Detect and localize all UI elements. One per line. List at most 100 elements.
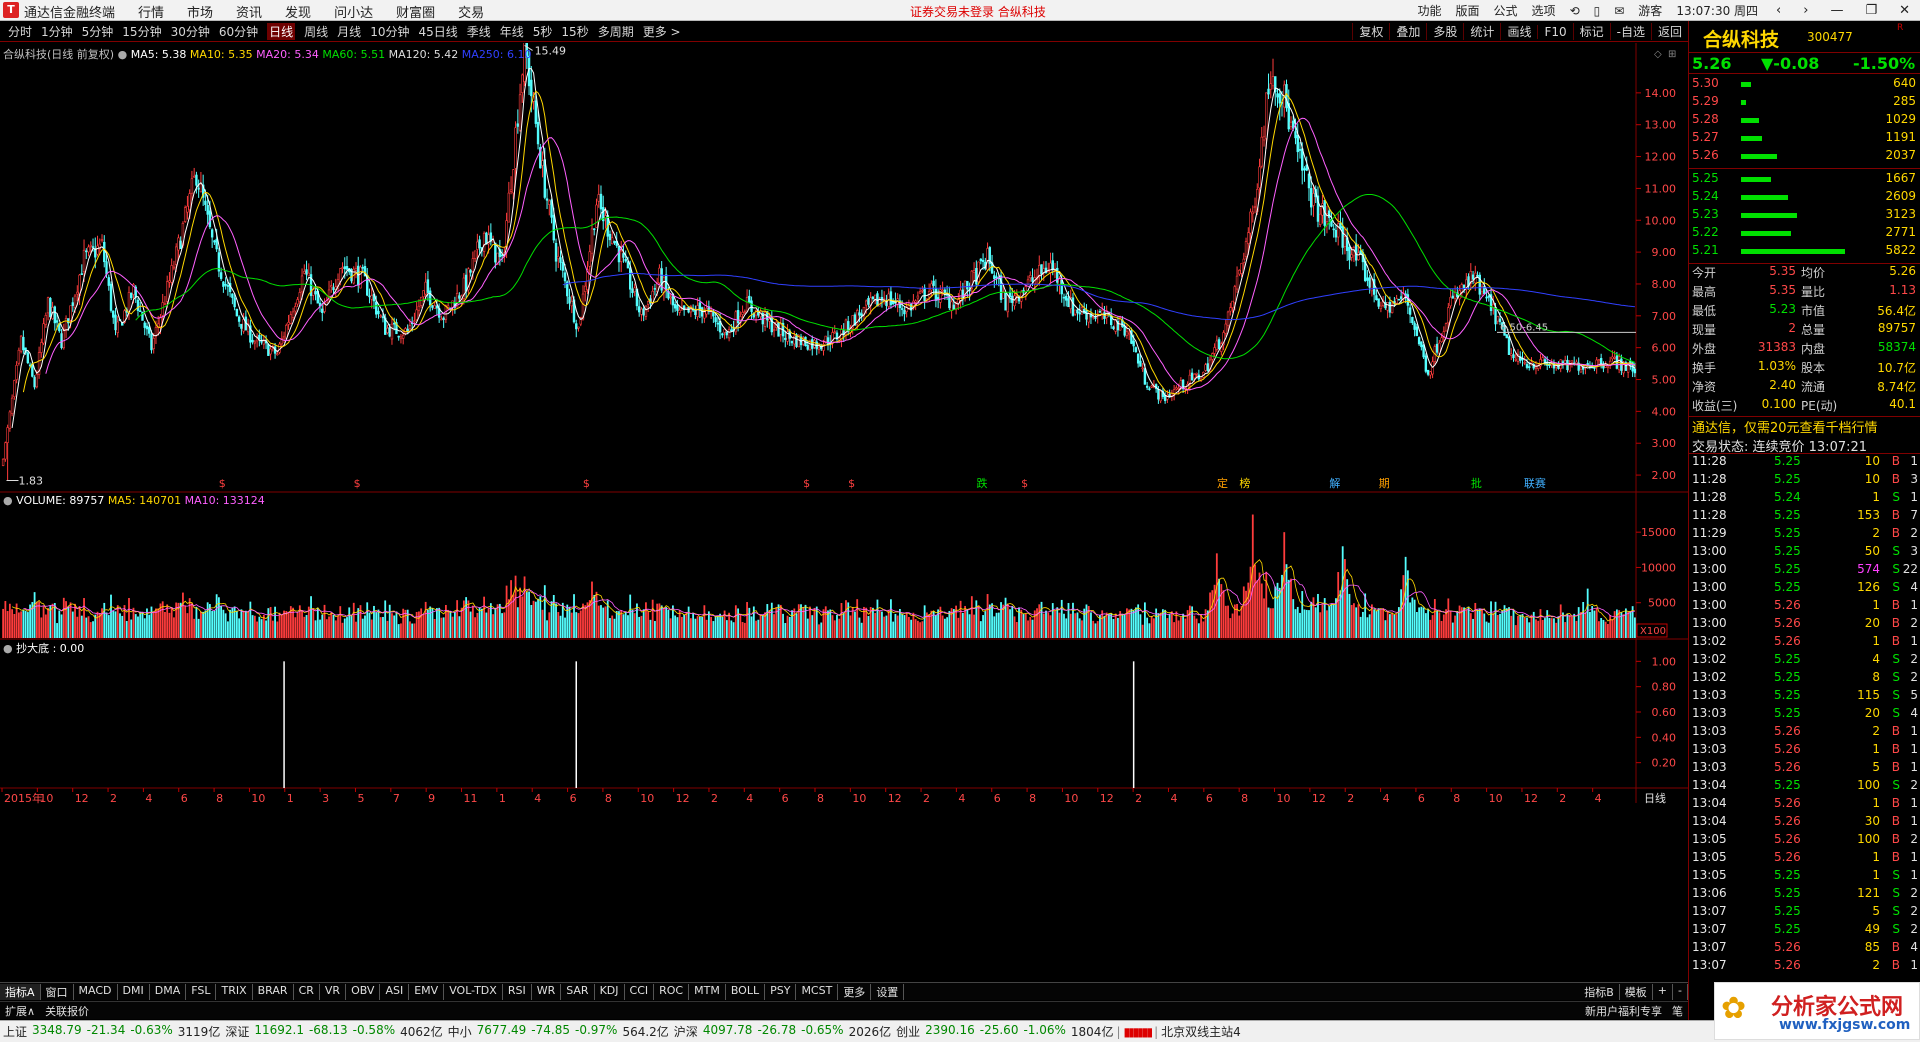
refresh-icon[interactable]: ⟲	[1570, 4, 1580, 18]
indicator-tab[interactable]: KDJ	[595, 983, 625, 1000]
index-name[interactable]: 上证	[3, 1023, 27, 1040]
related-quotes[interactable]: 关联报价	[40, 1003, 94, 1019]
menu-trade[interactable]: 交易	[458, 2, 484, 21]
indicator-tab[interactable]: EMV	[409, 983, 445, 1000]
indicator-tab[interactable]: DMA	[150, 983, 187, 1000]
period-tab[interactable]: 年线	[500, 23, 524, 40]
period-tab[interactable]: 日线	[267, 22, 296, 40]
menu-news[interactable]: 资讯	[236, 2, 262, 21]
indicator-tab[interactable]: CCI	[625, 983, 655, 1000]
promo-notice[interactable]: 通达信，仅需20元查看千档行情	[1689, 417, 1920, 436]
indicator-tab[interactable]: RSI	[503, 983, 532, 1000]
volume-bar	[804, 604, 807, 638]
indicator-tab[interactable]: 更多	[838, 983, 872, 1000]
restore-icon[interactable]: ❐	[1861, 3, 1881, 18]
index-name[interactable]: 创业	[896, 1023, 920, 1040]
phone-icon[interactable]: ▯	[1594, 4, 1601, 18]
tool-mark[interactable]: 标记	[1572, 23, 1610, 40]
indicator-tab[interactable]: BRAR	[253, 983, 294, 1000]
period-tab[interactable]: 季线	[467, 23, 491, 40]
menu-function[interactable]: 功能	[1418, 2, 1442, 19]
period-tab[interactable]: 5分钟	[82, 23, 114, 40]
back-icon[interactable]: ‹	[1772, 3, 1785, 18]
period-tab[interactable]: 60分钟	[219, 23, 258, 40]
period-tab[interactable]: 更多 >	[643, 23, 681, 40]
stock-name[interactable]: 合纵科技	[1703, 25, 1779, 52]
candle	[514, 127, 517, 169]
indicator-tab[interactable]: 设置	[871, 983, 905, 1000]
candle	[377, 310, 380, 315]
indicator-tab[interactable]: WR	[532, 983, 562, 1000]
event-mark: $	[1021, 477, 1028, 490]
indicator-tab[interactable]: PSY	[765, 983, 797, 1000]
menu-layout[interactable]: 版面	[1456, 2, 1480, 19]
tool-back[interactable]: 返回	[1650, 23, 1688, 40]
server-name[interactable]: 北京双线主站4	[1161, 1023, 1241, 1040]
tool-draw[interactable]: 画线	[1500, 23, 1537, 40]
tool-multi[interactable]: 多股	[1426, 23, 1463, 40]
forward-icon[interactable]: ›	[1799, 3, 1812, 18]
zoom-in-button[interactable]: +	[1653, 983, 1674, 1000]
indicator-tab[interactable]: VOL-TDX	[444, 983, 503, 1000]
template-button[interactable]: 模板	[1620, 983, 1653, 1000]
menu-discover[interactable]: 发现	[285, 2, 311, 21]
indicator-tab[interactable]: 指标A	[0, 983, 41, 1000]
index-name[interactable]: 中小	[448, 1023, 472, 1040]
period-tab[interactable]: 15秒	[561, 23, 588, 40]
index-name[interactable]: 深证	[225, 1023, 249, 1040]
volume-bar	[1591, 606, 1594, 638]
zoom-out-button[interactable]: -	[1673, 983, 1688, 1000]
period-tab[interactable]: 15分钟	[122, 23, 161, 40]
indicator-tab[interactable]: VR	[320, 983, 347, 1000]
indicator-tab[interactable]: ASI	[380, 983, 410, 1000]
menu-options[interactable]: 选项	[1532, 2, 1556, 19]
kline-chart[interactable]: 2.003.004.005.006.007.008.009.0010.0011.…	[0, 43, 1688, 975]
tool-f10[interactable]: F10	[1537, 24, 1572, 39]
period-tab[interactable]: 多周期	[598, 23, 634, 40]
close-icon[interactable]: ✕	[1895, 3, 1914, 18]
period-tab[interactable]: 45日线	[418, 23, 457, 40]
tool-watchlist[interactable]: -自选	[1609, 23, 1651, 40]
tick-list[interactable]: 11:28 5.25 10 B 1 11:28 5.25 10 B 3 11:28 5.24 1 S 1 11…	[1689, 454, 1920, 976]
period-tab[interactable]: 月线	[337, 23, 361, 40]
indicator-tab[interactable]: MTM	[689, 983, 726, 1000]
chart-area[interactable]: 2.00 3.00 4.00 5.00 6.00 7.00 8.00 9.00 10.00 11.…	[0, 43, 1688, 975]
indicator-tab[interactable]: BOLL	[726, 983, 766, 1000]
login-notice[interactable]: 证券交易未登录 合纵科技	[910, 3, 1046, 20]
indicator-tab[interactable]: MCST	[796, 983, 839, 1000]
indicator-tab[interactable]: OBV	[346, 983, 381, 1000]
pen-button[interactable]: 笔	[1667, 1003, 1688, 1019]
indicator-tab[interactable]: ROC	[654, 983, 690, 1000]
new-user-promo[interactable]: 新用户福利专享	[1580, 1003, 1667, 1019]
indicator-tab[interactable]: 窗口	[41, 983, 74, 1000]
indicator-tab[interactable]: MACD	[74, 983, 118, 1000]
period-tab[interactable]: 5秒	[533, 23, 553, 40]
menu-wealth[interactable]: 财富圈	[396, 2, 435, 21]
menu-ask[interactable]: 问小达	[334, 2, 373, 21]
stat-value: 2.40	[1769, 378, 1796, 392]
indicator-b[interactable]: 指标B	[1579, 983, 1620, 1000]
candle	[1134, 347, 1138, 353]
candle	[1319, 213, 1322, 225]
period-tab[interactable]: 分时	[8, 23, 32, 40]
index-name[interactable]: 沪深	[674, 1023, 698, 1040]
menu-formula[interactable]: 公式	[1494, 2, 1518, 19]
indicator-tab[interactable]: SAR	[561, 983, 595, 1000]
indicator-tab[interactable]: DMI	[118, 983, 150, 1000]
indicator-tab[interactable]: TRIX	[216, 983, 253, 1000]
minimize-icon[interactable]: —	[1826, 3, 1847, 18]
mail-icon[interactable]: ✉	[1614, 4, 1624, 18]
tool-overlay[interactable]: 叠加	[1389, 23, 1426, 40]
menu-market[interactable]: 市场	[187, 2, 213, 21]
period-tab[interactable]: 30分钟	[171, 23, 210, 40]
period-tab[interactable]: 1分钟	[41, 23, 73, 40]
period-tab[interactable]: 10分钟	[370, 23, 409, 40]
indicator-tab[interactable]: CR	[294, 983, 320, 1000]
menu-quotes[interactable]: 行情	[138, 2, 164, 21]
tool-adjust[interactable]: 复权	[1352, 23, 1389, 40]
indicator-tab[interactable]: FSL	[186, 983, 217, 1000]
tool-stats[interactable]: 统计	[1463, 23, 1500, 40]
user-guest[interactable]: 游客	[1638, 2, 1662, 19]
extension-toggle[interactable]: 扩展∧	[0, 1003, 40, 1019]
period-tab[interactable]: 周线	[304, 23, 328, 40]
